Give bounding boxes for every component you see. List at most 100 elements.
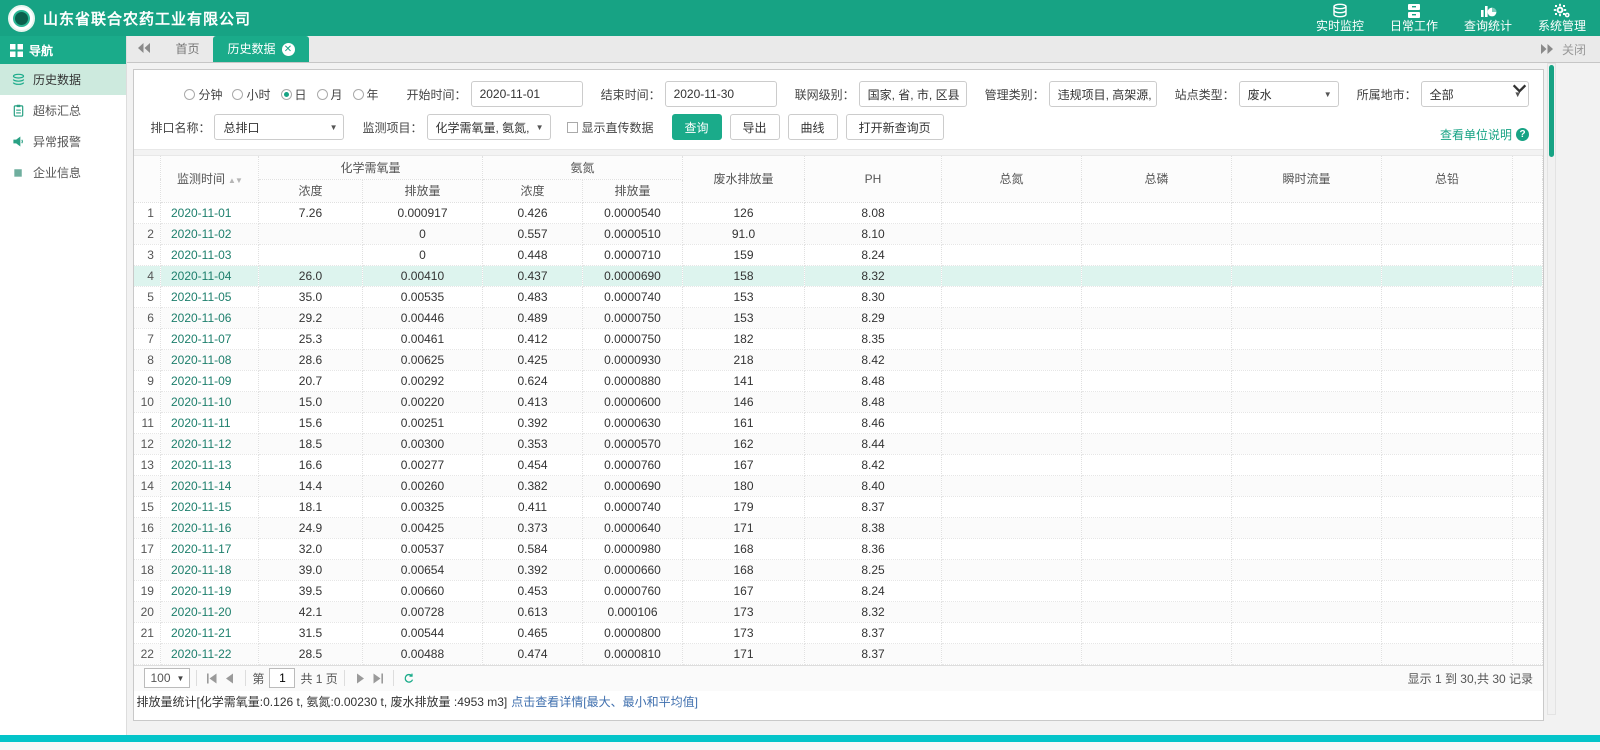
- table-row[interactable]: 32020-11-0300.4480.00007101598.24: [134, 244, 1542, 265]
- table-row[interactable]: 142020-11-1414.40.002600.3820.0000690180…: [134, 475, 1542, 496]
- row-index: 15: [134, 496, 160, 517]
- cell-value: 0.411: [482, 496, 582, 517]
- radio-icon: [232, 89, 243, 100]
- refresh-icon[interactable]: [400, 673, 418, 684]
- period-radio-月[interactable]: 月: [317, 86, 343, 103]
- col-cod-conc[interactable]: 浓度: [258, 179, 362, 202]
- collapse-filters-icon[interactable]: [1512, 82, 1527, 96]
- col-instant-flow[interactable]: 瞬时流量: [1232, 156, 1382, 202]
- col-cod-emission[interactable]: 排放量: [362, 179, 482, 202]
- cell-value: [1382, 391, 1513, 412]
- table-row[interactable]: 112020-11-1115.60.002510.3920.0000630161…: [134, 412, 1542, 433]
- table-row[interactable]: 102020-11-1015.00.002200.4130.0000600146…: [134, 391, 1542, 412]
- col-total-p[interactable]: 总磷: [1082, 156, 1232, 202]
- page-size-select[interactable]: 100 ▼: [144, 668, 190, 688]
- menu-query-stats[interactable]: 查询统计: [1464, 3, 1512, 33]
- cell-value: 0.437: [482, 265, 582, 286]
- tab-bar: 首页 历史数据 ✕ 关闭: [127, 36, 1600, 63]
- export-button[interactable]: 导出: [730, 114, 780, 140]
- prev-page-icon[interactable]: [221, 673, 239, 684]
- table-row[interactable]: 52020-11-0535.00.005350.4830.00007401538…: [134, 286, 1542, 307]
- menu-daily-work[interactable]: 日常工作: [1390, 3, 1438, 33]
- first-page-icon[interactable]: [203, 673, 221, 684]
- cell-value: 171: [683, 643, 805, 664]
- scrollbar-thumb[interactable]: [1549, 65, 1554, 157]
- bottom-accent-strip: [0, 735, 1600, 742]
- table-row[interactable]: 92020-11-0920.70.002920.6240.00008801418…: [134, 370, 1542, 391]
- table-row[interactable]: 82020-11-0828.60.006250.4250.00009302188…: [134, 349, 1542, 370]
- site-type-select[interactable]: 废水▼: [1239, 81, 1339, 107]
- table-row[interactable]: 22020-11-0200.5570.000051091.08.10: [134, 223, 1542, 244]
- close-tab-icon[interactable]: ✕: [282, 43, 295, 56]
- table-row[interactable]: 162020-11-1624.90.004250.3730.0000640171…: [134, 517, 1542, 538]
- table-row[interactable]: 202020-11-2042.10.007280.6130.0001061738…: [134, 601, 1542, 622]
- table-row[interactable]: 152020-11-1518.10.003250.4110.0000740179…: [134, 496, 1542, 517]
- tab-history-data[interactable]: 历史数据 ✕: [213, 36, 308, 62]
- table-row[interactable]: 192020-11-1939.50.006600.4530.0000760167…: [134, 580, 1542, 601]
- select-value: 化学需氧量, 氨氮,: [436, 119, 530, 136]
- network-level-select[interactable]: 国家, 省, 市, 区县▼: [859, 81, 967, 107]
- tabs-scroll-right-icon[interactable]: [1540, 44, 1554, 54]
- col-nh3-conc[interactable]: 浓度: [482, 179, 582, 202]
- start-time-input[interactable]: [471, 81, 583, 107]
- outlet-select[interactable]: 总排口▼: [214, 114, 344, 140]
- sidebar-item-exceed-summary[interactable]: 超标汇总: [0, 95, 126, 126]
- cell-value: 0.00300: [362, 433, 482, 454]
- monitor-item-select[interactable]: 化学需氧量, 氨氮,▼: [427, 114, 551, 140]
- col-total-pb[interactable]: 总铅: [1382, 156, 1513, 202]
- table-row[interactable]: 122020-11-1218.50.003000.3530.0000570162…: [134, 433, 1542, 454]
- tabs-scroll-left-icon[interactable]: [137, 42, 151, 56]
- next-page-icon[interactable]: [351, 673, 369, 684]
- sort-icon[interactable]: ▲▼: [228, 176, 242, 185]
- sidebar-item-history-data[interactable]: 历史数据: [0, 64, 126, 95]
- last-page-icon[interactable]: [369, 673, 387, 684]
- menu-system-admin[interactable]: 系统管理: [1538, 3, 1586, 33]
- col-wastewater[interactable]: 废水排放量: [683, 156, 805, 202]
- table-row[interactable]: 42020-11-0426.00.004100.4370.00006901588…: [134, 265, 1542, 286]
- col-ph[interactable]: PH: [805, 156, 942, 202]
- menu-realtime-monitor[interactable]: 实时监控: [1316, 3, 1364, 33]
- col-monitor-time[interactable]: 监测时间▲▼: [160, 156, 258, 202]
- cell-value: 35.0: [258, 286, 362, 307]
- col-nh3-emission[interactable]: 排放量: [582, 179, 682, 202]
- table-row[interactable]: 182020-11-1839.00.006540.3920.0000660168…: [134, 559, 1542, 580]
- period-radio-分钟[interactable]: 分钟: [184, 86, 222, 103]
- cell-date: 2020-11-03: [160, 244, 258, 265]
- table-row[interactable]: 62020-11-0629.20.004460.4890.00007501538…: [134, 307, 1542, 328]
- filter-section: 分钟小时日月年 开始时间： 结束时间： 联网级别： 国家, 省, 市, 区县▼ …: [134, 70, 1543, 149]
- cell-value: 31.5: [258, 622, 362, 643]
- curve-button[interactable]: 曲线: [788, 114, 838, 140]
- cell-value: [942, 475, 1082, 496]
- period-radio-年[interactable]: 年: [353, 86, 379, 103]
- row-index: 10: [134, 391, 160, 412]
- new-query-page-button[interactable]: 打开新查询页: [846, 114, 944, 140]
- unit-help-link[interactable]: 查看单位说明 ?: [1440, 126, 1529, 143]
- row-index: 18: [134, 559, 160, 580]
- close-all-label[interactable]: 关闭: [1562, 41, 1586, 58]
- query-button[interactable]: 查询: [672, 114, 722, 140]
- table-row[interactable]: 12020-11-017.260.0009170.4260.0000540126…: [134, 202, 1542, 223]
- vertical-scrollbar[interactable]: [1547, 63, 1556, 715]
- page-number-input[interactable]: [269, 668, 295, 688]
- sidebar: 导航 历史数据 超标汇总 异常报警 企业信息: [0, 36, 127, 750]
- tab-home[interactable]: 首页: [161, 36, 213, 62]
- mgmt-category-select[interactable]: 违规项目, 高架源,▼: [1049, 81, 1157, 107]
- table-row[interactable]: 172020-11-1732.00.005370.5840.0000980168…: [134, 538, 1542, 559]
- sidebar-item-abnormal-alarm[interactable]: 异常报警: [0, 126, 126, 157]
- cell-value: [1382, 580, 1513, 601]
- period-radio-小时[interactable]: 小时: [232, 86, 270, 103]
- table-row[interactable]: 222020-11-2228.50.004880.4740.0000810171…: [134, 643, 1542, 664]
- view-detail-link[interactable]: 点击查看详情[最大、最小和平均值]: [511, 693, 698, 710]
- direct-data-checkbox[interactable]: 显示直传数据: [567, 119, 654, 136]
- period-radio-日[interactable]: 日: [281, 86, 307, 103]
- row-index: 21: [134, 622, 160, 643]
- end-time-input[interactable]: [665, 81, 777, 107]
- col-total-n[interactable]: 总氮: [942, 156, 1082, 202]
- table-row[interactable]: 72020-11-0725.30.004610.4120.00007501828…: [134, 328, 1542, 349]
- table-row[interactable]: 132020-11-1316.60.002770.4540.0000760167…: [134, 454, 1542, 475]
- cell-value: 168: [683, 559, 805, 580]
- table-row[interactable]: 212020-11-2131.50.005440.4650.0000800173…: [134, 622, 1542, 643]
- cell-value: 20.7: [258, 370, 362, 391]
- cell-value: 8.32: [805, 601, 942, 622]
- sidebar-item-company-info[interactable]: 企业信息: [0, 157, 126, 188]
